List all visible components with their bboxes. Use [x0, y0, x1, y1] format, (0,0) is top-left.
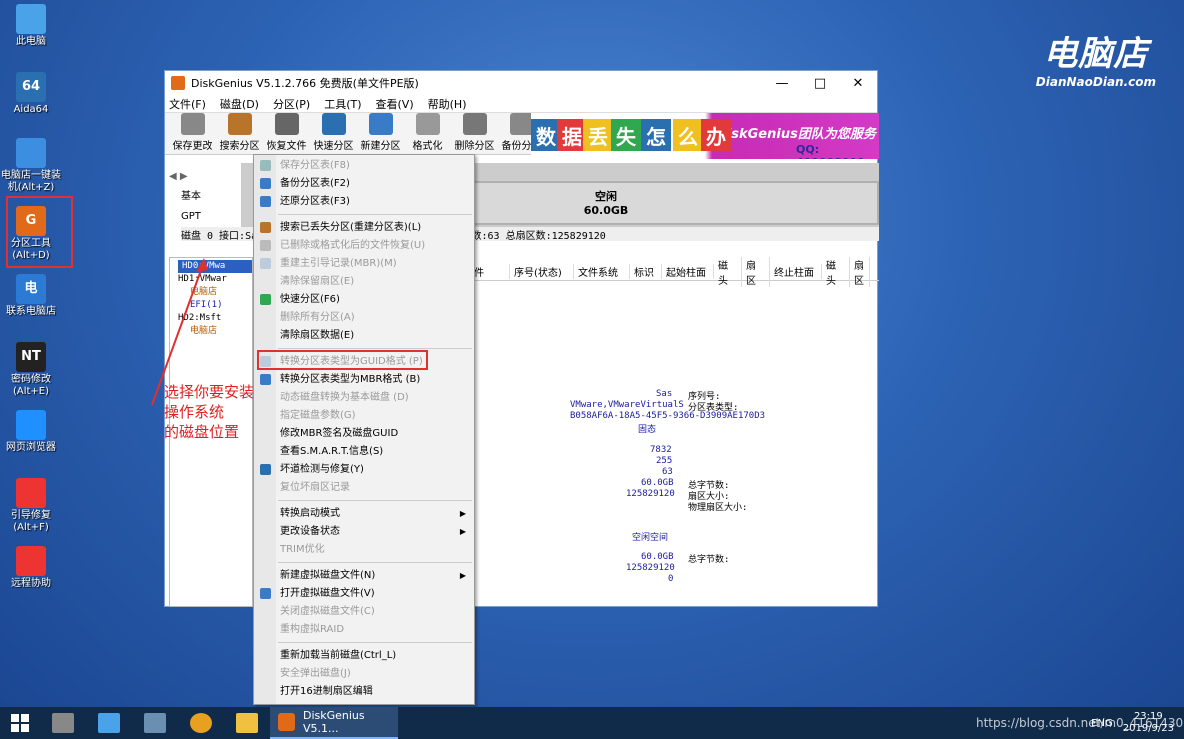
watermark: https://blog.csdn.net/m0_41614305	[976, 716, 1184, 730]
annotation-line: 的磁盘位置	[164, 423, 240, 441]
taskbar-memory-icon[interactable]	[40, 707, 86, 739]
taskbar-folder-icon[interactable]	[224, 707, 270, 739]
taskbar-network-icon[interactable]	[132, 707, 178, 739]
start-button[interactable]	[0, 707, 40, 739]
annotation-text: 选择你要安装 操作系统的磁盘位置	[164, 382, 254, 442]
annotation-arrow	[151, 258, 208, 406]
annotation-line: 操作系统	[164, 403, 225, 421]
annotation-line: 选择你要安装	[164, 383, 255, 401]
taskbar-search-icon[interactable]	[178, 707, 224, 739]
taskbar-active-label: DiskGenius V5.1...	[302, 709, 365, 735]
taskbar-diskgenius[interactable]: DiskGenius V5.1...	[270, 707, 398, 739]
taskbar-computer-icon[interactable]	[86, 707, 132, 739]
windows-icon	[11, 714, 29, 732]
diskgenius-icon	[278, 713, 295, 731]
